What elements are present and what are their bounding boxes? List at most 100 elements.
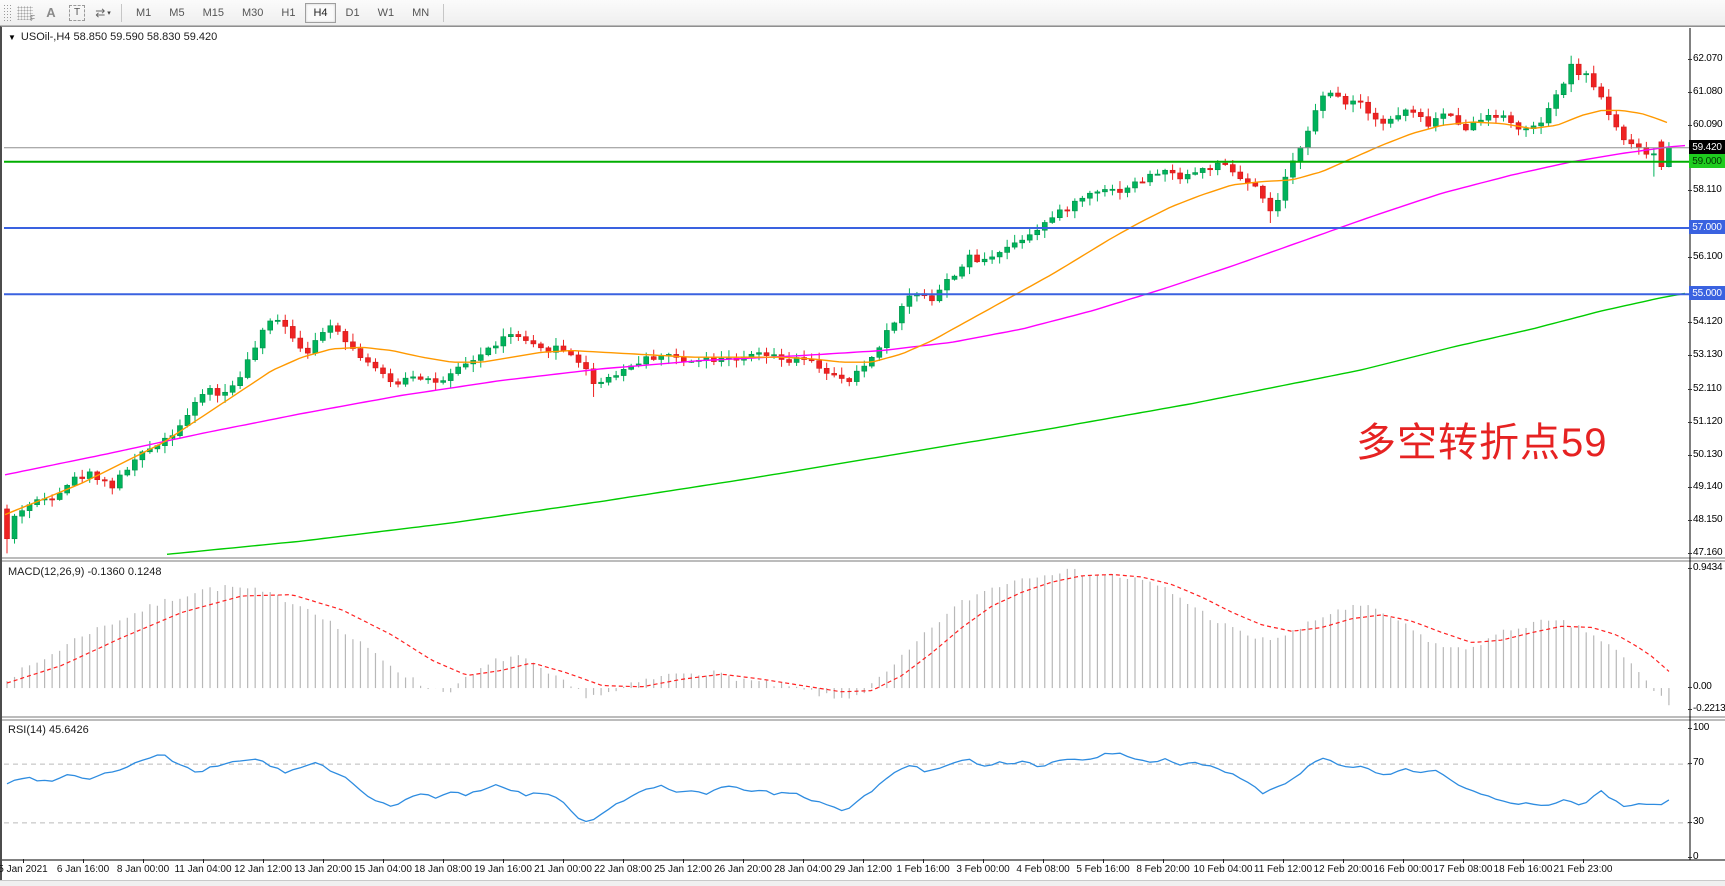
time-axis-label: 26 Jan 20:00 [714, 864, 772, 875]
cycle-symbols-icon[interactable]: ⇄ ▾ [91, 3, 115, 23]
axis-tick-mark [1688, 687, 1692, 688]
time-tick-mark [323, 859, 324, 863]
timeframe-button-d1[interactable]: D1 [338, 3, 368, 23]
price-tick-label: 52.110 [1693, 383, 1722, 394]
price-tick-label: 51.120 [1693, 416, 1722, 427]
macd-axis-label: 0.00 [1693, 681, 1712, 692]
axis-tick-mark [1688, 355, 1692, 356]
axis-tick-mark [1688, 455, 1692, 456]
time-axis-label: 5 Feb 16:00 [1076, 864, 1129, 875]
time-tick-mark [1583, 859, 1584, 863]
axis-tick-mark [1688, 763, 1692, 764]
grid-dots-icon: F [17, 6, 33, 20]
time-tick-mark [1043, 859, 1044, 863]
toolbar: F A T ⇄ ▾ M1M5M15M30H1H4D1W1MN [0, 0, 1725, 26]
swap-arrows-icon: ⇄ [95, 6, 105, 20]
axis-tick-mark [1688, 822, 1692, 823]
time-tick-mark [803, 859, 804, 863]
axis-tick-mark [1688, 322, 1692, 323]
price-tick-label: 58.110 [1693, 184, 1722, 195]
toolbar-separator [121, 4, 122, 22]
price-tick-label: 48.150 [1693, 514, 1722, 525]
time-axis-label: 18 Feb 16:00 [1494, 864, 1553, 875]
timeframe-button-m30[interactable]: M30 [234, 3, 271, 23]
macd-indicator-label: MACD(12,26,9) -0.1360 0.1248 [8, 566, 161, 578]
time-axis-label: 25 Jan 12:00 [654, 864, 712, 875]
time-tick-mark [143, 859, 144, 863]
time-tick-mark [1523, 859, 1524, 863]
rsi-indicator-label: RSI(14) 45.6426 [8, 724, 89, 736]
axis-tick-mark [1688, 92, 1692, 93]
time-axis-label: 29 Jan 12:00 [834, 864, 892, 875]
time-axis-label: 19 Jan 16:00 [474, 864, 532, 875]
text-label-box-icon: T [69, 5, 85, 21]
price-tick-label: 61.080 [1693, 86, 1722, 97]
timeframe-button-h1[interactable]: H1 [273, 3, 303, 23]
timeframe-group: M1M5M15M30H1H4D1W1MN [127, 3, 438, 23]
axis-tick-mark [1688, 257, 1692, 258]
time-axis-label: 13 Jan 20:00 [294, 864, 352, 875]
trading-app: F A T ⇄ ▾ M1M5M15M30H1H4D1W1MN ▼ USOil-,… [0, 0, 1725, 886]
time-axis-label: 15 Jan 04:00 [354, 864, 412, 875]
time-axis-label: 17 Feb 08:00 [1434, 864, 1493, 875]
chart-title-text: USOil-,H4 58.850 59.590 58.830 59.420 [21, 31, 217, 43]
axis-tick-mark [1688, 190, 1692, 191]
time-tick-mark [983, 859, 984, 863]
axis-tick-mark [1688, 553, 1692, 554]
timeframe-button-w1[interactable]: W1 [370, 3, 403, 23]
macd-axis-label: 0.9434 [1693, 562, 1722, 573]
chart-title: ▼ USOil-,H4 58.850 59.590 58.830 59.420 [8, 31, 217, 43]
time-tick-mark [1283, 859, 1284, 863]
chart-dropdown-icon[interactable]: ▼ [8, 33, 16, 42]
time-axis-label: 12 Feb 20:00 [1314, 864, 1373, 875]
time-tick-mark [503, 859, 504, 863]
chart-annotation-text: 多空转折点59 [1356, 410, 1608, 468]
price-tick-label: 54.120 [1693, 316, 1722, 327]
time-tick-mark [743, 859, 744, 863]
text-label-icon[interactable]: T [65, 3, 89, 23]
time-tick-mark [923, 859, 924, 863]
timeframe-button-mn[interactable]: MN [404, 3, 437, 23]
timeframe-button-h4[interactable]: H4 [305, 3, 335, 23]
price-tick-label: 56.100 [1693, 251, 1722, 262]
time-axis-label: 8 Jan 00:00 [117, 864, 169, 875]
axis-tick-mark [1688, 709, 1692, 710]
time-tick-mark [263, 859, 264, 863]
crosshair-grid-icon[interactable]: F [13, 3, 37, 23]
timeframe-button-m1[interactable]: M1 [128, 3, 159, 23]
time-axis-label: 1 Feb 16:00 [896, 864, 949, 875]
toolbar-grip-handle[interactable] [3, 4, 12, 22]
time-axis-label: 21 Feb 23:00 [1554, 864, 1613, 875]
axis-tick-mark [1688, 568, 1692, 569]
chevron-down-icon: ▾ [107, 9, 111, 17]
time-tick-mark [683, 859, 684, 863]
time-axis-label: 12 Jan 12:00 [234, 864, 292, 875]
time-tick-mark [623, 859, 624, 863]
axis-tick-mark [1688, 125, 1692, 126]
window-bottom-edge [0, 880, 1725, 886]
axis-tick-mark [1688, 59, 1692, 60]
time-tick-mark [23, 859, 24, 863]
rsi-axis-label: 30 [1693, 816, 1704, 827]
price-line-badge: 55.000 [1689, 286, 1725, 300]
time-axis-label: 21 Jan 00:00 [534, 864, 592, 875]
axis-tick-mark [1688, 857, 1692, 858]
time-tick-mark [203, 859, 204, 863]
timeframe-button-m15[interactable]: M15 [195, 3, 232, 23]
price-line-badge: 59.000 [1689, 154, 1725, 168]
price-line-badge: 59.420 [1689, 140, 1725, 154]
time-axis-label: 10 Feb 04:00 [1194, 864, 1253, 875]
time-axis-label: 8 Feb 20:00 [1136, 864, 1189, 875]
price-tick-label: 47.160 [1693, 547, 1722, 558]
time-tick-mark [383, 859, 384, 863]
insert-text-icon[interactable]: A [39, 3, 63, 23]
time-axis-label: 16 Feb 00:00 [1374, 864, 1433, 875]
axis-tick-mark [1688, 422, 1692, 423]
time-tick-mark [443, 859, 444, 863]
price-tick-label: 53.130 [1693, 349, 1722, 360]
time-tick-mark [1103, 859, 1104, 863]
timeframe-button-m5[interactable]: M5 [161, 3, 192, 23]
price-tick-label: 62.070 [1693, 53, 1722, 64]
time-axis-label: 11 Jan 04:00 [174, 864, 231, 875]
axis-tick-mark [1688, 487, 1692, 488]
